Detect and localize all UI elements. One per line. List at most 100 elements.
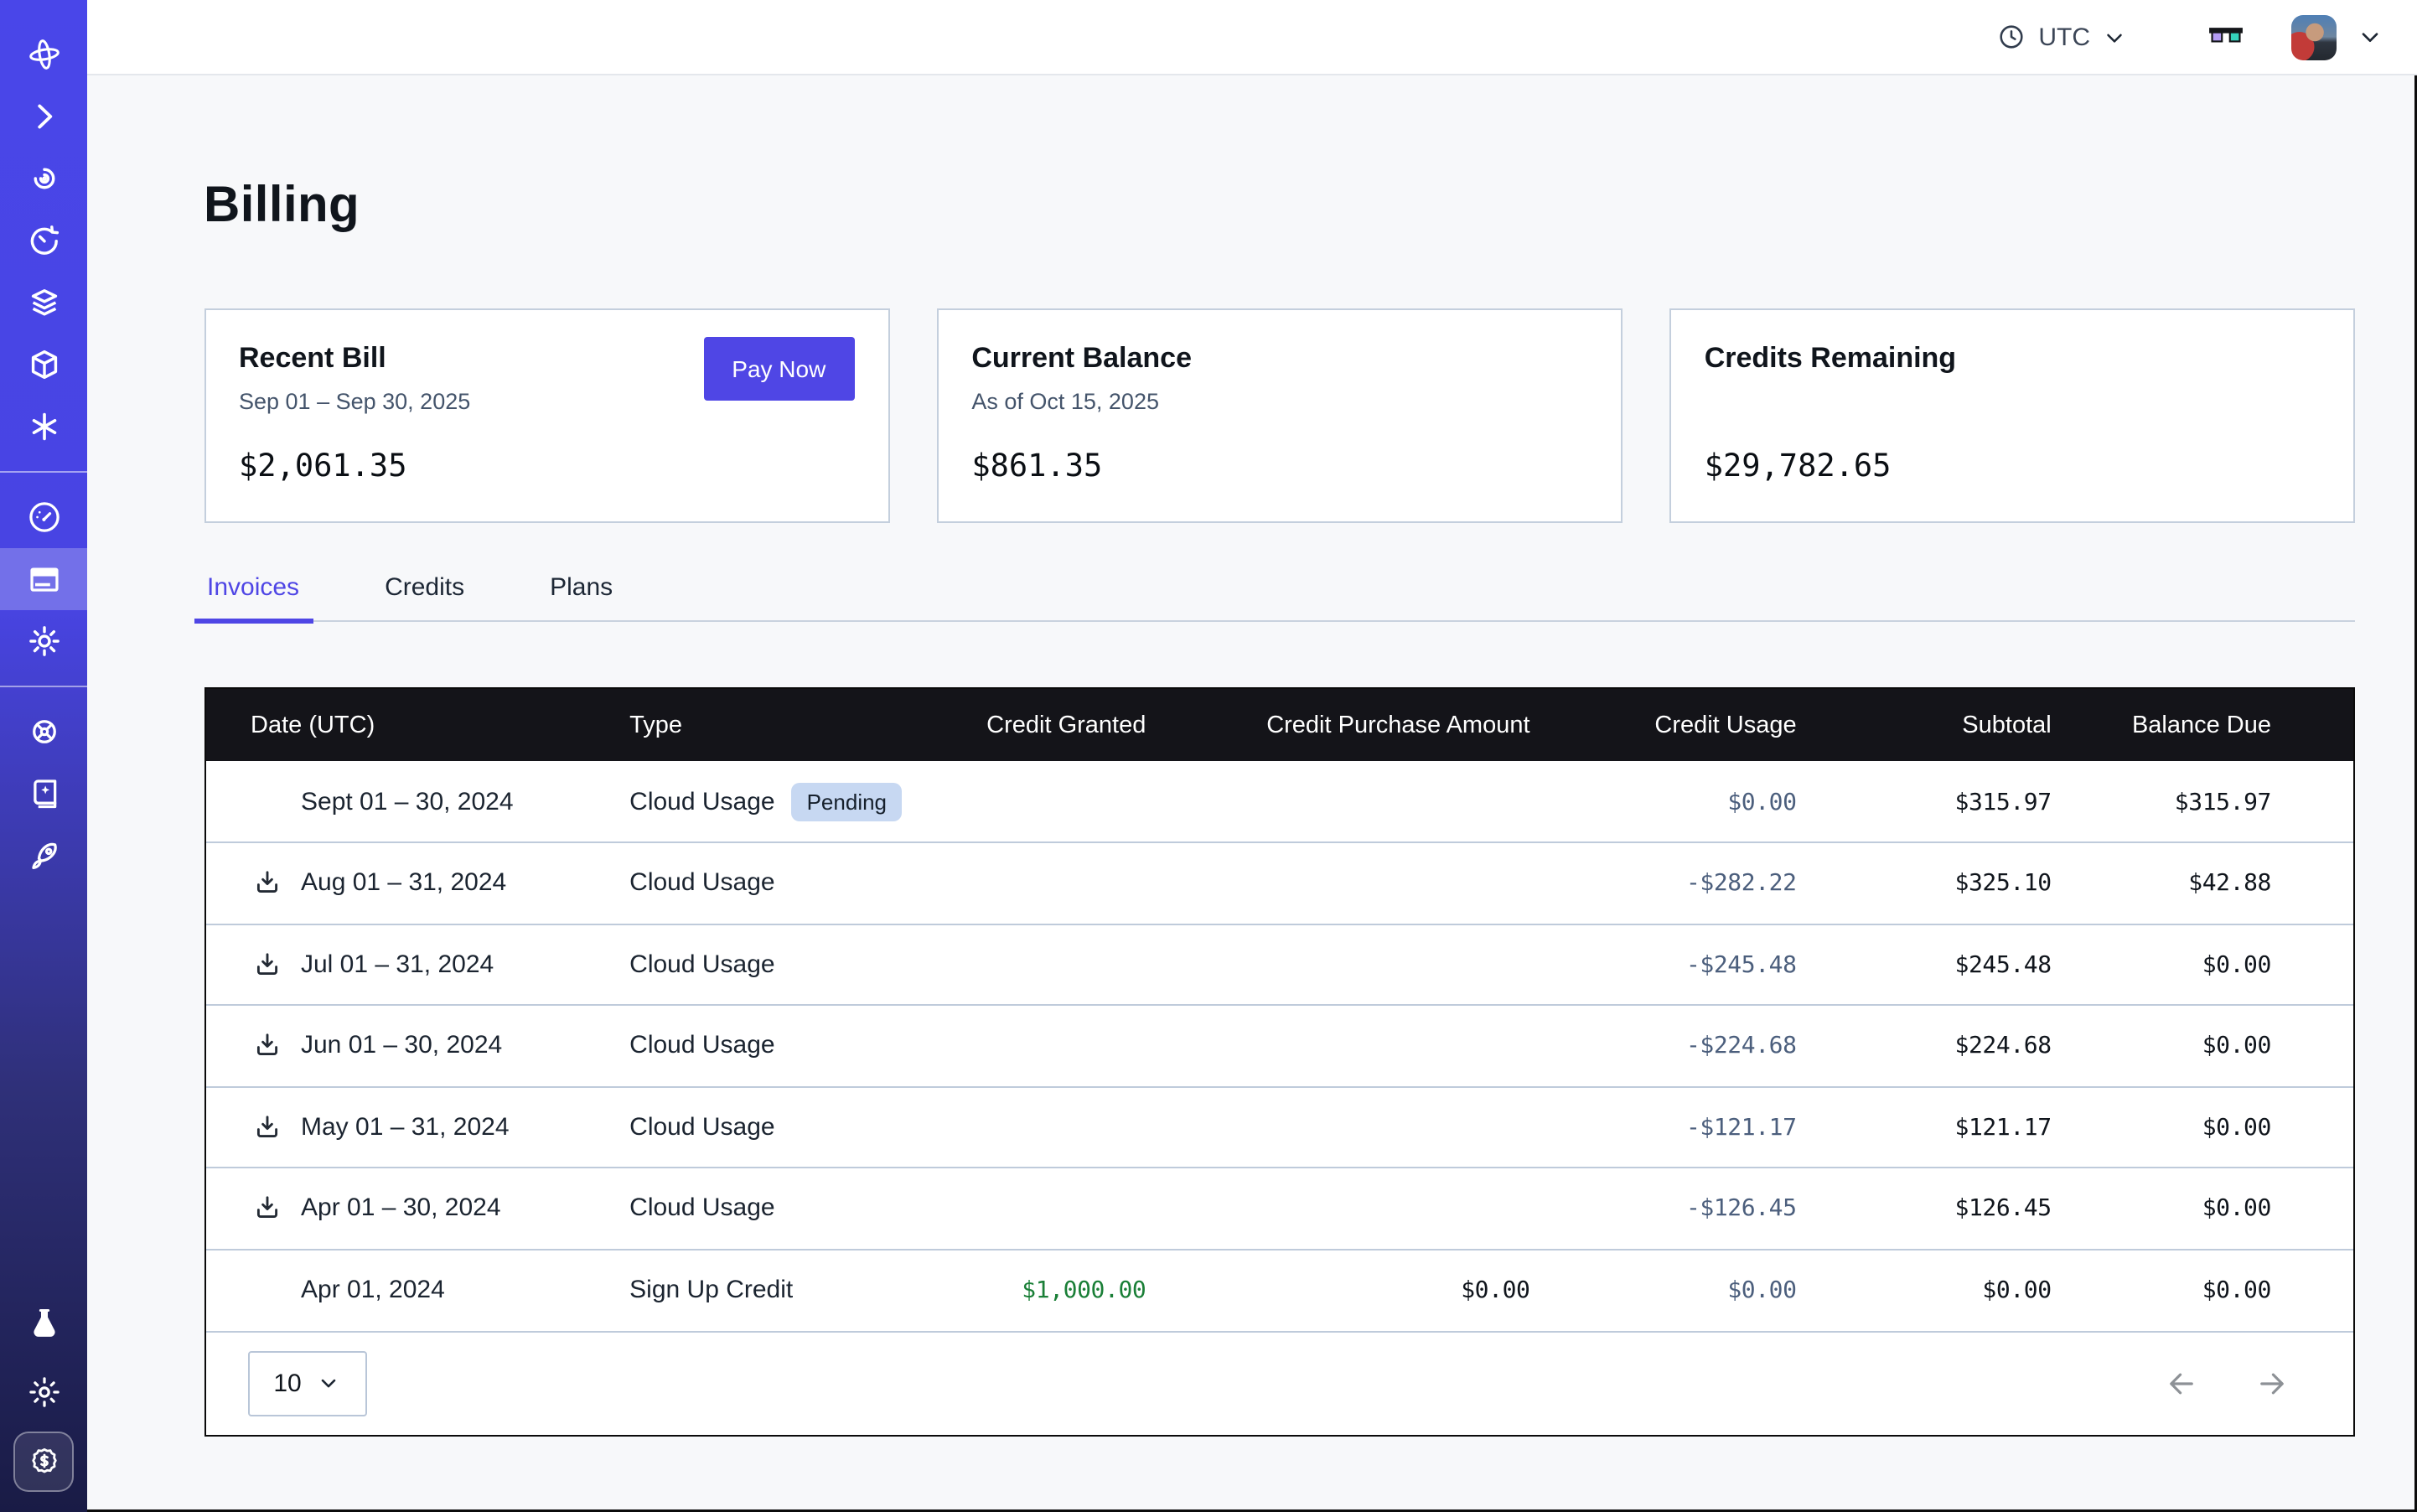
card-amount: $29,782.65 <box>1705 448 2320 488</box>
previous-page-button[interactable] <box>2164 1365 2199 1401</box>
gear-icon <box>24 622 63 660</box>
sidebar-item-docs[interactable] <box>0 763 87 825</box>
invoice-balance-due: $0.00 <box>2202 952 2271 979</box>
invoice-balance-due: $0.00 <box>2202 1115 2271 1142</box>
logo-icon <box>24 35 63 74</box>
cube-icon <box>24 345 63 384</box>
flask-icon <box>24 1304 63 1343</box>
vision-glasses-icon[interactable] <box>2204 15 2248 59</box>
invoices-table: Date (UTC) Type Credit Granted Credit Pu… <box>205 689 2353 1330</box>
download-invoice-button[interactable] <box>251 949 282 981</box>
invoice-subtotal: $325.10 <box>1955 871 2052 898</box>
card-subtitle: As of Oct 15, 2025 <box>971 387 1586 417</box>
column-header-date: Date (UTC) <box>205 689 608 761</box>
invoice-row: Apr 01, 2024Sign Up Credit$1,000.00$0.00… <box>205 1249 2353 1330</box>
page-size-select[interactable]: 10 <box>247 1350 366 1416</box>
invoice-date: Apr 01 – 30, 2024 <box>301 1194 501 1223</box>
table-header-row: Date (UTC) Type Credit Granted Credit Pu… <box>205 689 2353 761</box>
tab-credits[interactable]: Credits <box>381 567 468 620</box>
sidebar-item-labs[interactable] <box>0 1289 87 1358</box>
gauge-icon <box>24 498 63 536</box>
sun-icon <box>24 1373 63 1411</box>
current-balance-card: Current Balance As of Oct 15, 2025 $861.… <box>936 308 1622 523</box>
helm-icon <box>24 712 63 751</box>
sidebar-item-support[interactable] <box>0 701 87 763</box>
tab-plans[interactable]: Plans <box>546 567 616 620</box>
invoice-date: Aug 01 – 31, 2024 <box>301 869 506 898</box>
sidebar-item-functions[interactable] <box>0 396 87 458</box>
sidebar-item-layers[interactable] <box>0 272 87 334</box>
sidebar-item-logo[interactable] <box>0 23 87 85</box>
table-footer: 10 <box>205 1330 2353 1434</box>
sidebar-item-history[interactable] <box>0 210 87 272</box>
invoice-row: May 01 – 31, 2024Cloud Usage-$121.17$121… <box>205 1086 2353 1168</box>
arrow-right-icon <box>2254 1365 2290 1401</box>
layers-icon <box>24 283 63 322</box>
pagination <box>2164 1365 2353 1401</box>
avatar[interactable] <box>2291 14 2337 60</box>
invoice-credit-usage: -$282.22 <box>1686 871 1797 898</box>
invoice-credit-purchase: $0.00 <box>1461 1277 1529 1304</box>
invoice-row: Aug 01 – 31, 2024 Cloud Usage -$282.22 $325… <box>205 842 2353 924</box>
timezone-selector[interactable]: UTC <box>1996 22 2127 52</box>
column-header-credit-usage: Credit Usage <box>1554 689 1820 761</box>
invoice-subtotal: $315.97 <box>1955 789 2052 816</box>
timer-icon <box>24 221 63 260</box>
page-title: Billing <box>204 176 2417 236</box>
column-header-type: Type <box>608 689 983 761</box>
invoice-credit-granted: $1,000.00 <box>1022 1277 1146 1304</box>
pay-now-button[interactable]: Pay Now <box>703 337 854 401</box>
invoice-credit-usage: -$121.17 <box>1686 1115 1797 1142</box>
column-header-balance-due: Balance Due <box>2075 689 2353 761</box>
invoice-row: Jul 01 – 31, 2024Cloud Usage-$245.48$245… <box>205 924 2353 1005</box>
download-invoice-button[interactable] <box>251 1030 282 1062</box>
timezone-label: UTC <box>2038 23 2090 51</box>
sidebar-item-theme-toggle[interactable] <box>0 1358 87 1427</box>
invoice-credit-usage: $0.00 <box>1727 789 1796 816</box>
invoice-subtotal: $126.45 <box>1955 1196 2052 1223</box>
sidebar-item-observability[interactable] <box>0 148 87 210</box>
invoice-subtotal: $224.68 <box>1955 1033 2052 1060</box>
topbar: UTC <box>87 0 2417 75</box>
invoice-subtotal: $121.17 <box>1955 1115 2052 1142</box>
invoice-date: Sept 01 – 30, 2024 <box>301 787 514 816</box>
invoice-balance-due: $0.00 <box>2202 1277 2271 1304</box>
invoice-balance-due: $0.00 <box>2202 1033 2271 1060</box>
spiral-icon <box>24 159 63 198</box>
invoice-credit-usage: -$224.68 <box>1686 1033 1797 1060</box>
asterisk-icon <box>24 407 63 446</box>
invoice-balance-due: $0.00 <box>2202 1196 2271 1223</box>
account-menu-chevron-icon[interactable] <box>2357 23 2383 50</box>
download-invoice-button[interactable] <box>251 1111 282 1143</box>
clock-icon <box>1996 22 2026 52</box>
invoice-subtotal: $0.00 <box>1982 1277 2051 1304</box>
download-invoice-button[interactable] <box>251 867 282 899</box>
card-amount: $861.35 <box>971 448 1586 488</box>
credits-remaining-card: Credits Remaining $29,782.65 <box>1669 308 2355 523</box>
tab-invoices[interactable]: Invoices <box>204 567 303 620</box>
sidebar-item-packages[interactable] <box>0 334 87 396</box>
chevron-down-icon <box>317 1371 340 1395</box>
next-page-button[interactable] <box>2254 1365 2290 1401</box>
page-size-value: 10 <box>273 1369 301 1397</box>
sidebar-item-billing[interactable] <box>0 548 87 610</box>
main-content: Billing Recent Bill Sep 01 – Sep 30, 202… <box>87 75 2417 1512</box>
invoice-credit-usage: -$126.45 <box>1686 1196 1797 1223</box>
rocket-icon <box>24 836 63 875</box>
column-header-credit-granted: Credit Granted <box>983 689 1169 761</box>
invoice-type: Cloud Usage <box>629 1194 774 1223</box>
invoice-row: Jun 01 – 30, 2024Cloud Usage-$224.68$224… <box>205 1005 2353 1086</box>
sidebar-item-dashboard[interactable] <box>0 486 87 548</box>
invoice-credit-usage: -$245.48 <box>1686 952 1797 979</box>
sidebar-item-credits[interactable] <box>0 1427 87 1495</box>
invoice-type: Cloud Usage <box>629 869 774 898</box>
sidebar-item-getting-started[interactable] <box>0 825 87 887</box>
invoice-type: Cloud Usage <box>629 1113 774 1142</box>
download-invoice-button[interactable] <box>251 1193 282 1225</box>
billing-tabs: Invoices Credits Plans <box>204 567 2355 622</box>
status-badge: Pending <box>792 782 902 821</box>
sidebar-item-expand-sidebar[interactable] <box>0 85 87 148</box>
card-subtitle <box>1705 387 2320 417</box>
sidebar-item-settings[interactable] <box>0 610 87 672</box>
invoice-date: Jun 01 – 30, 2024 <box>301 1032 502 1060</box>
